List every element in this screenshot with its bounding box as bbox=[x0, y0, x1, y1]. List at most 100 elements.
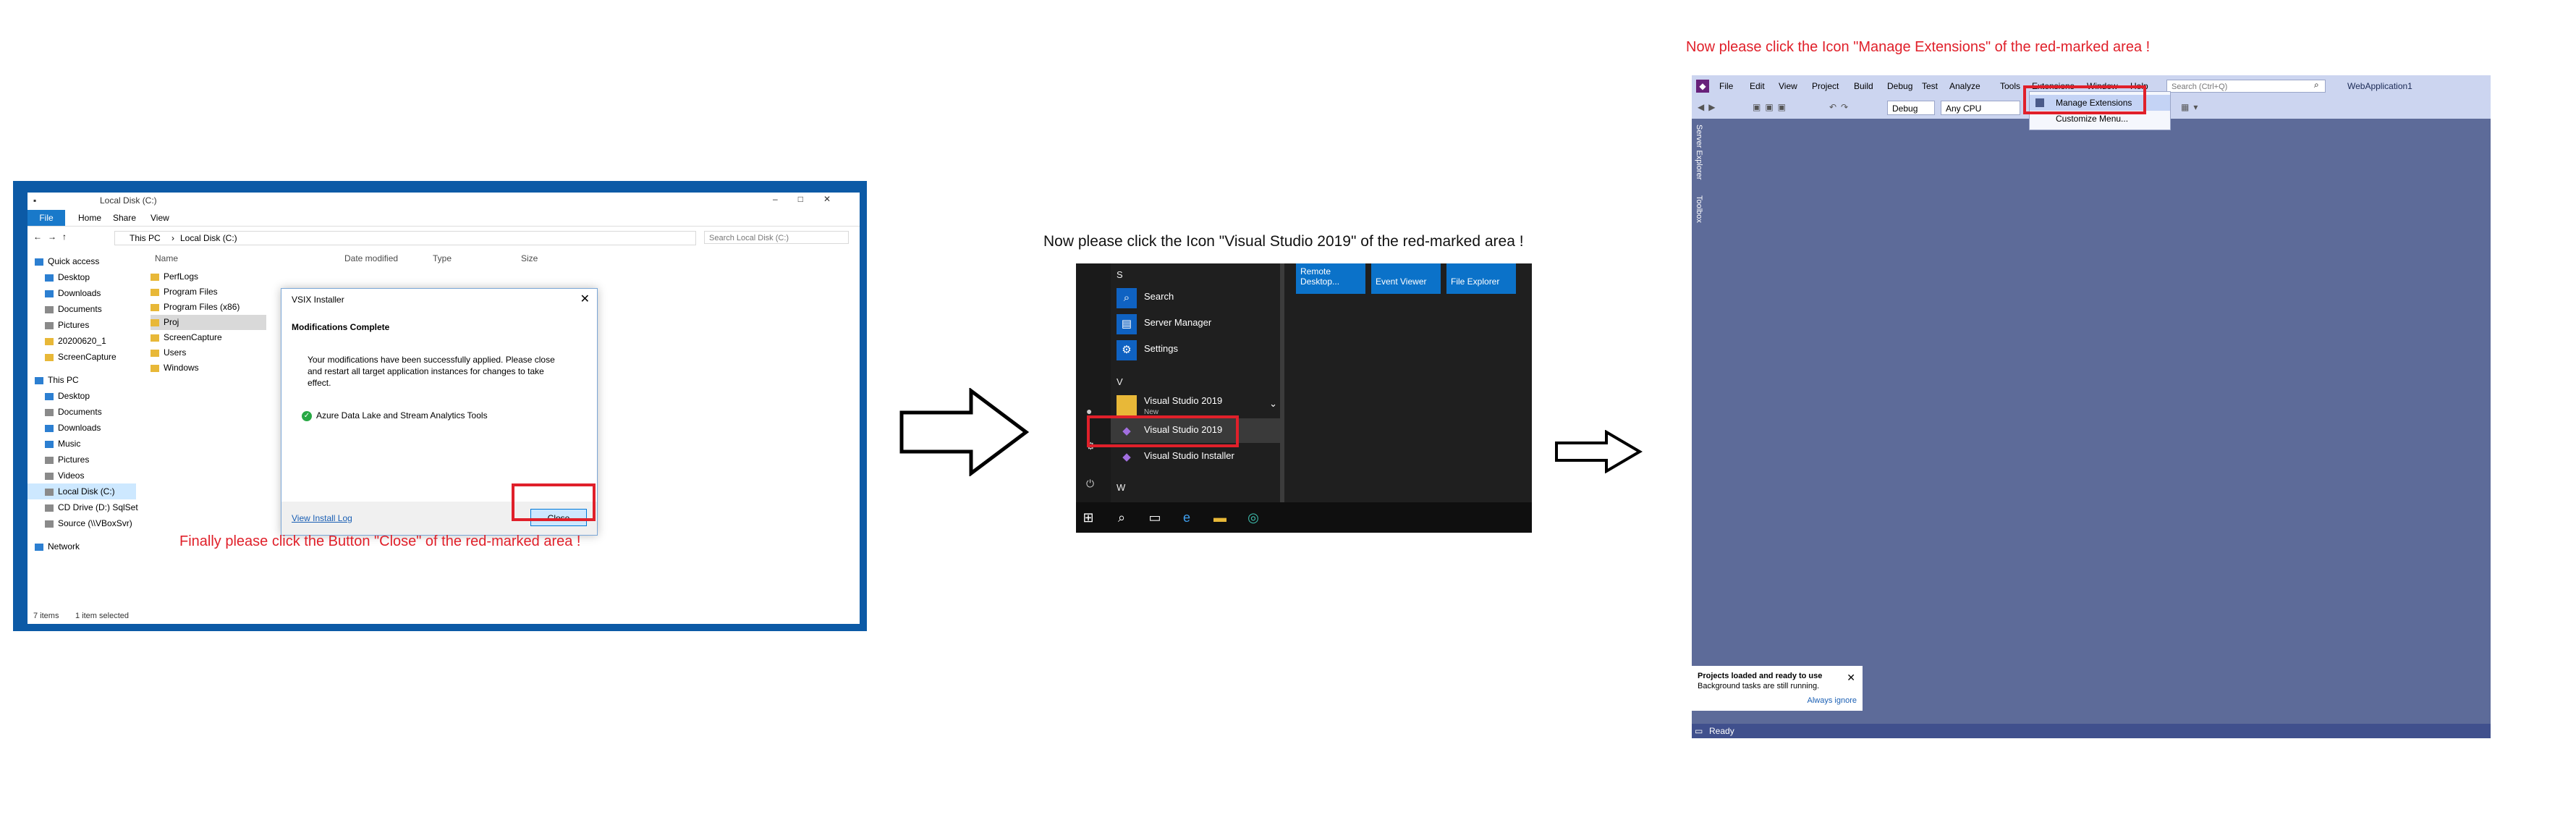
nav-source-share[interactable]: Source (\\VBoxSvr) bbox=[45, 515, 132, 531]
breadcrumb-this-pc[interactable]: This PC bbox=[130, 233, 161, 243]
menu-test[interactable]: Test bbox=[1922, 81, 1938, 91]
col-type[interactable]: Type bbox=[433, 253, 452, 263]
side-tool-tabs: Server Explorer Toolbox bbox=[1692, 119, 1708, 336]
nav-quick-access[interactable]: Quick access bbox=[35, 253, 99, 269]
always-ignore-link[interactable]: Always ignore bbox=[1808, 696, 1857, 705]
menu-build[interactable]: Build bbox=[1854, 81, 1873, 91]
edge-icon[interactable]: ◎ bbox=[1244, 508, 1263, 527]
nav-downloads[interactable]: Downloads bbox=[45, 285, 101, 301]
file-explorer-icon[interactable]: ▬ bbox=[1211, 508, 1229, 527]
breadcrumb-sep-icon: › bbox=[171, 233, 174, 243]
tab-view[interactable]: View bbox=[151, 213, 169, 223]
status-bar: 7 items 1 item selected bbox=[27, 608, 860, 624]
menu-tools[interactable]: Tools bbox=[2000, 81, 2020, 91]
nav-folder-20200620[interactable]: 20200620_1 bbox=[45, 333, 106, 349]
dialog-title: VSIX Installer bbox=[292, 295, 344, 305]
window-controls[interactable]: –□✕ bbox=[773, 194, 851, 204]
app-settings[interactable]: ⚙ Settings bbox=[1111, 337, 1283, 362]
app-search[interactable]: ⌕ Search bbox=[1111, 285, 1283, 310]
internet-explorer-icon[interactable]: e bbox=[1177, 508, 1196, 527]
tile-remote-desktop[interactable]: Remote Desktop... bbox=[1296, 263, 1365, 294]
list-item[interactable]: Proj bbox=[151, 315, 266, 330]
computer-icon bbox=[35, 376, 43, 384]
installed-component: ✓ Azure Data Lake and Stream Analytics To… bbox=[302, 410, 488, 421]
tab-home[interactable]: Home bbox=[78, 213, 101, 223]
close-icon[interactable]: ✕ bbox=[1847, 672, 1855, 684]
server-explorer-tab[interactable]: Server Explorer bbox=[1695, 124, 1703, 179]
tile-file-explorer[interactable]: File Explorer bbox=[1446, 263, 1516, 294]
nav-pc-desktop[interactable]: Desktop bbox=[45, 388, 90, 404]
menu-analyze[interactable]: Analyze bbox=[1949, 81, 1980, 91]
undo-redo-icon[interactable]: ↶↷ bbox=[1829, 102, 1852, 112]
folder-icon bbox=[151, 334, 159, 342]
nav-this-pc[interactable]: This PC bbox=[35, 372, 79, 388]
save-icon[interactable]: ▣▣▣ bbox=[1753, 102, 1790, 112]
col-name[interactable]: Name bbox=[155, 253, 178, 263]
menu-edit[interactable]: Edit bbox=[1750, 81, 1765, 91]
menu-view[interactable]: View bbox=[1779, 81, 1797, 91]
nav-pc-downloads[interactable]: Downloads bbox=[45, 420, 101, 436]
start-menu-screenshot: ● ⚙ ⏻ S ⌕ Search ▤ Server Manager ⚙ Setting… bbox=[1076, 263, 1532, 533]
network-icon bbox=[35, 543, 43, 551]
notification-toast: Projects loaded and ready to use Backgro… bbox=[1692, 666, 1863, 711]
toolbox-tab[interactable]: Toolbox bbox=[1695, 195, 1703, 223]
window-title: Local Disk (C:) bbox=[100, 195, 157, 206]
nav-screencapture[interactable]: ScreenCapture bbox=[45, 349, 116, 365]
nav-back-forward-icon[interactable]: ◀▶ bbox=[1698, 102, 1719, 112]
nav-cd-drive[interactable]: CD Drive (D:) SqlSet bbox=[45, 499, 138, 515]
close-icon[interactable]: ✕ bbox=[580, 292, 590, 306]
menu-debug[interactable]: Debug bbox=[1887, 81, 1912, 91]
picture-icon bbox=[45, 321, 54, 329]
tab-share[interactable]: Share bbox=[113, 213, 136, 223]
nav-pc-pictures[interactable]: Pictures bbox=[45, 452, 89, 468]
toolbar-extra-icon[interactable]: ▦▾ bbox=[2181, 102, 2202, 112]
search-input[interactable]: Search Local Disk (C:) bbox=[704, 231, 849, 244]
platform-select[interactable]: Any CPU bbox=[1941, 101, 2020, 115]
list-item[interactable]: Program Files (x86) bbox=[151, 300, 266, 315]
tab-file[interactable]: File bbox=[27, 210, 65, 226]
app-server-manager[interactable]: ▤ Server Manager bbox=[1111, 311, 1283, 336]
breadcrumb-local-disk[interactable]: Local Disk (C:) bbox=[180, 233, 237, 243]
nav-arrows-icon[interactable]: ←→↑ bbox=[33, 232, 72, 242]
search-icon[interactable]: ⌕ bbox=[1112, 508, 1131, 527]
app-list: S ⌕ Search ▤ Server Manager ⚙ Settings V Vi… bbox=[1111, 263, 1283, 502]
power-icon[interactable]: ⏻ bbox=[1086, 478, 1094, 490]
nav-local-disk[interactable]: Local Disk (C:) bbox=[27, 483, 136, 499]
col-size[interactable]: Size bbox=[521, 253, 538, 263]
list-item[interactable]: Users bbox=[151, 345, 266, 360]
view-install-log-link[interactable]: View Install Log bbox=[292, 513, 352, 523]
list-item[interactable]: PerfLogs bbox=[151, 269, 266, 284]
tile-event-viewer[interactable]: Event Viewer bbox=[1371, 263, 1441, 294]
col-date-modified[interactable]: Date modified bbox=[344, 253, 398, 263]
music-icon bbox=[45, 440, 54, 448]
video-icon bbox=[45, 472, 54, 480]
task-view-icon[interactable]: ▭ bbox=[1145, 508, 1164, 527]
nav-desktop[interactable]: Desktop bbox=[45, 269, 90, 285]
nav-pictures[interactable]: Pictures bbox=[45, 317, 89, 333]
app-visual-studio-installer[interactable]: ◆ Visual Studio Installer bbox=[1111, 444, 1283, 469]
nav-pc-documents[interactable]: Documents bbox=[45, 404, 102, 420]
list-item[interactable]: ScreenCapture bbox=[151, 330, 266, 345]
address-bar[interactable]: This PC › Local Disk (C:) bbox=[114, 231, 696, 245]
nav-music[interactable]: Music bbox=[45, 436, 80, 452]
app-folder-visual-studio-2019[interactable]: Visual Studio 2019 New ⌄ bbox=[1111, 392, 1283, 417]
letter-header[interactable]: S bbox=[1117, 269, 1123, 280]
scrollbar[interactable] bbox=[1280, 263, 1284, 502]
menu-file[interactable]: File bbox=[1719, 81, 1733, 91]
menu-project[interactable]: Project bbox=[1812, 81, 1839, 91]
letter-header[interactable]: V bbox=[1117, 376, 1123, 387]
folder-icon bbox=[151, 273, 159, 281]
nav-videos[interactable]: Videos bbox=[45, 468, 84, 483]
navigation-pane: Quick access Desktop Downloads Documents… bbox=[27, 253, 143, 608]
nav-network[interactable]: Network bbox=[35, 538, 80, 554]
search-input[interactable]: Search (Ctrl+Q) bbox=[2166, 80, 2326, 93]
letter-header[interactable]: W bbox=[1117, 482, 1125, 493]
desktop-icon bbox=[45, 274, 54, 282]
instruction-step-3: Now please click the Icon "Manage Extens… bbox=[1686, 39, 2151, 55]
search-icon: ⌕ bbox=[2314, 80, 2319, 90]
nav-documents[interactable]: Documents bbox=[45, 301, 102, 317]
windows-start-icon[interactable]: ⊞ bbox=[1079, 508, 1098, 527]
list-item[interactable]: Windows bbox=[151, 360, 266, 376]
list-item[interactable]: Program Files bbox=[151, 284, 266, 300]
config-select[interactable]: Debug bbox=[1887, 101, 1935, 115]
